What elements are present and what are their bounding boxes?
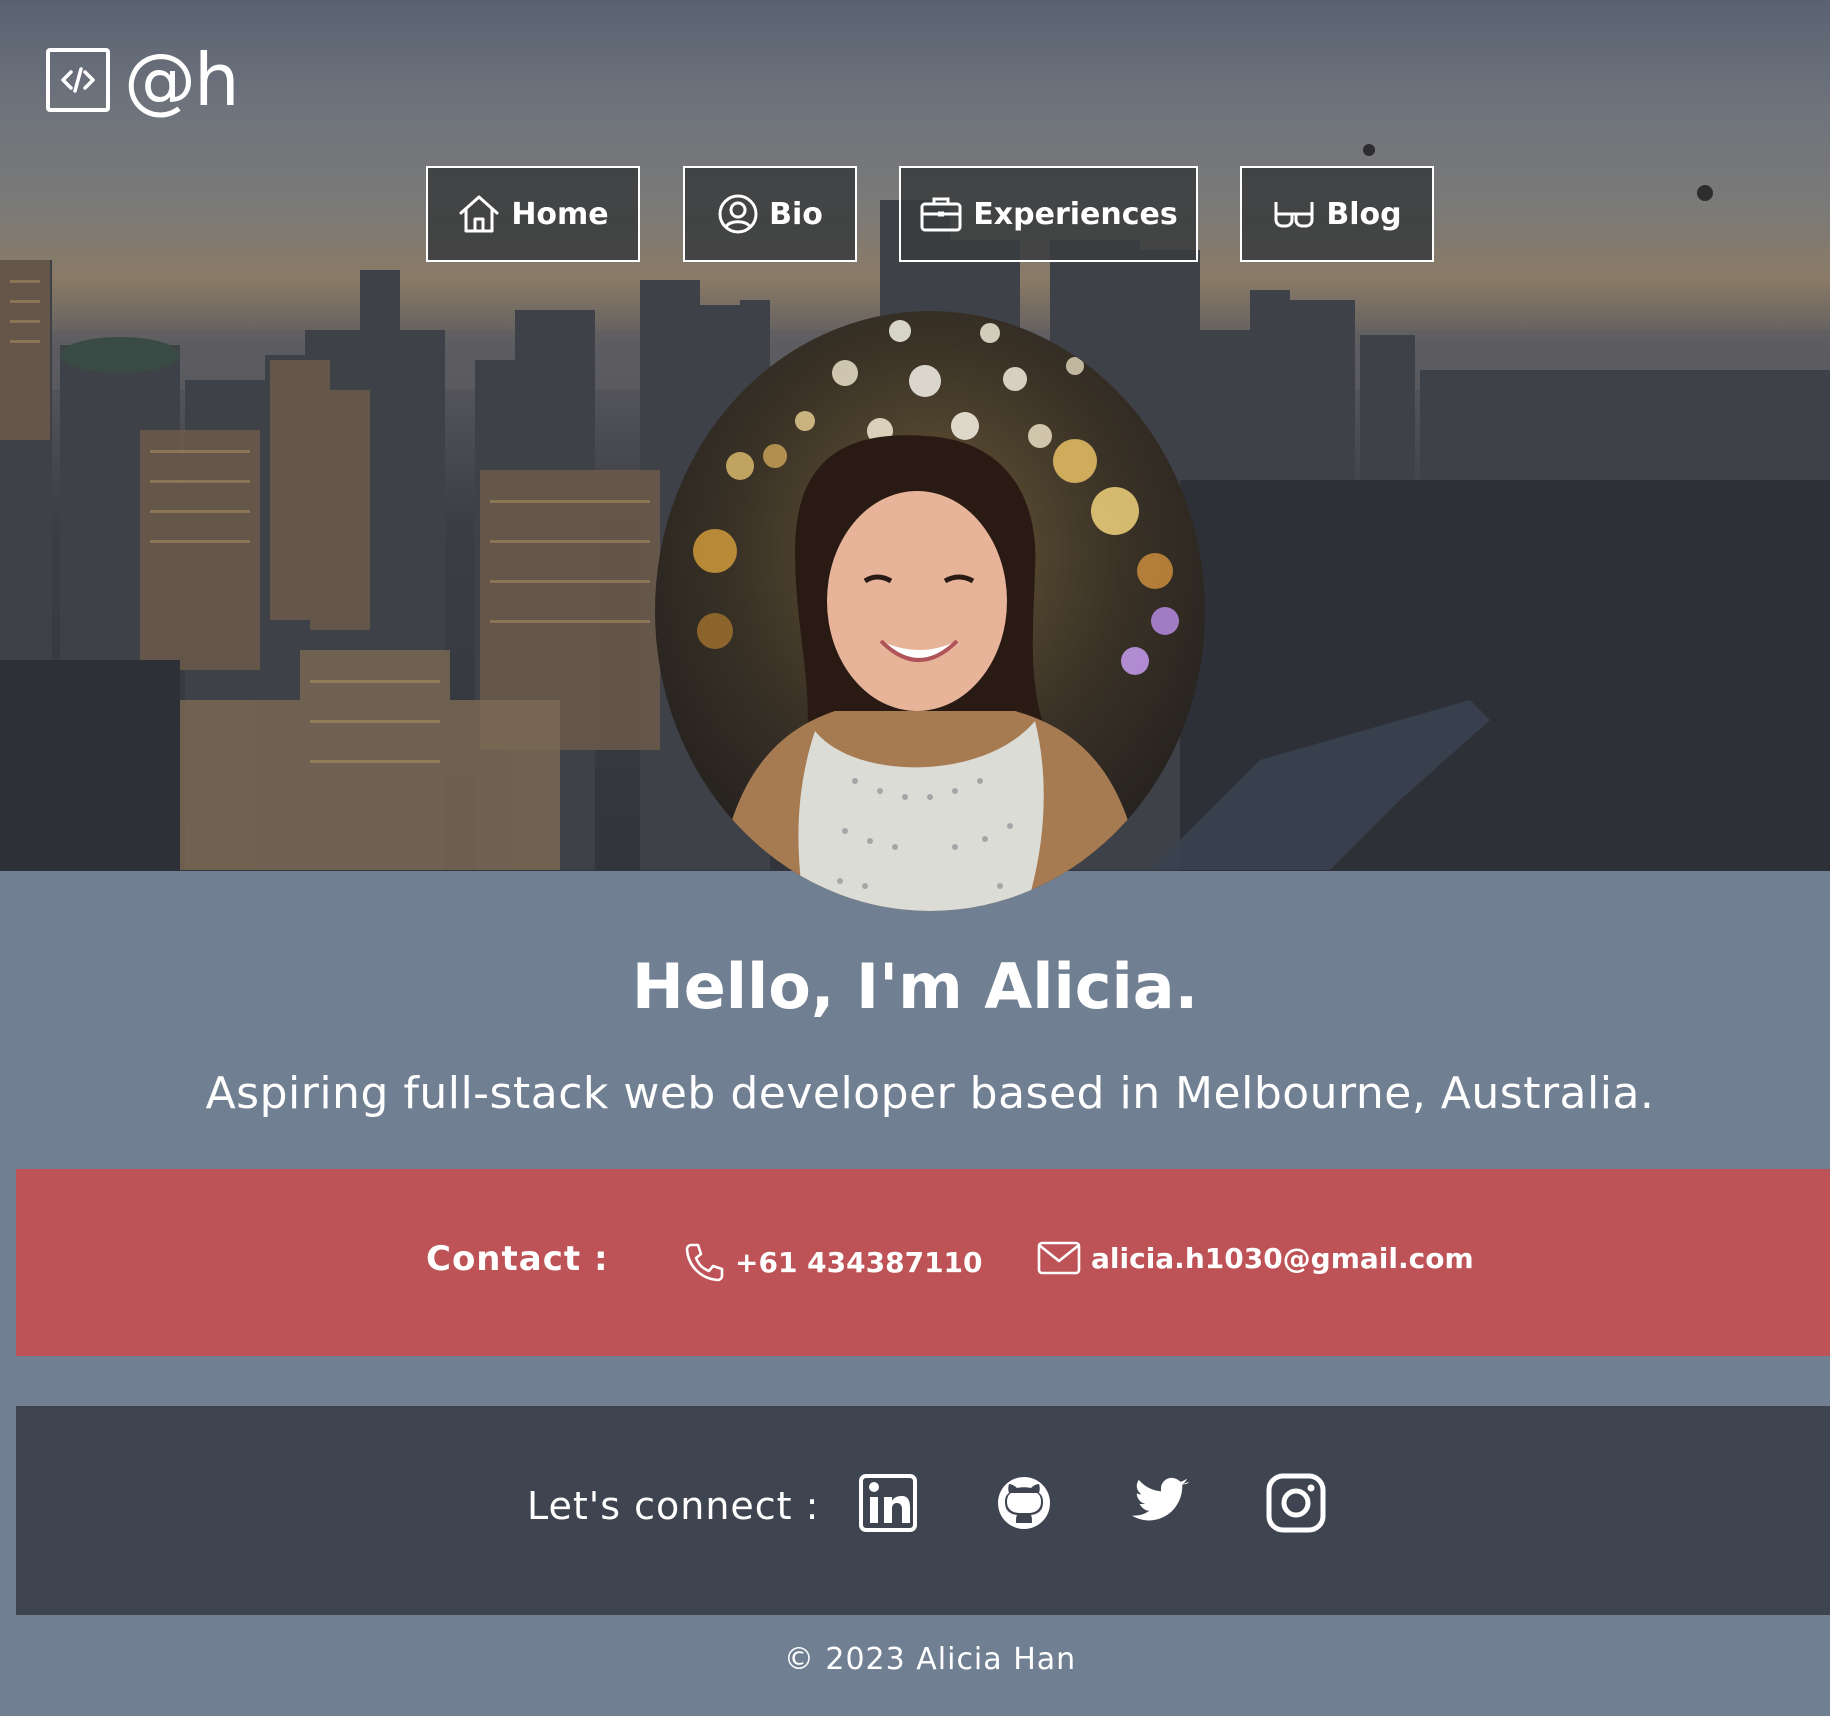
nav-home-button[interactable]: Home <box>426 166 640 262</box>
contact-section: Contact : +61 434387110 alicia.h1030@gma… <box>16 1169 1830 1356</box>
github-link[interactable] <box>993 1472 1055 1534</box>
envelope-icon <box>1037 1241 1081 1275</box>
nav-bio-button[interactable]: Bio <box>683 166 857 262</box>
tagline-text: Aspiring full-stack web developer based … <box>205 1068 1655 1119</box>
phone-number: +61 434387110 <box>735 1245 983 1279</box>
twitter-link[interactable] <box>1129 1472 1191 1534</box>
instagram-icon <box>1266 1473 1326 1533</box>
twitter-icon <box>1131 1477 1190 1521</box>
email-address: alicia.h1030@gmail.com <box>1091 1241 1474 1275</box>
user-circle-icon <box>718 194 758 234</box>
github-icon <box>998 1477 1050 1529</box>
email-link[interactable]: alicia.h1030@gmail.com <box>1037 1241 1474 1275</box>
nav-blog-button[interactable]: Blog <box>1240 166 1434 262</box>
site-logo[interactable]: @h <box>46 38 240 122</box>
glasses-icon <box>1274 202 1314 228</box>
profile-photo <box>655 311 1205 911</box>
nav-bio-label: Bio <box>769 196 823 232</box>
greeting-heading: Hello, I'm Alicia. <box>631 950 1199 1023</box>
phone-link[interactable]: +61 434387110 <box>683 1241 983 1283</box>
linkedin-link[interactable] <box>857 1472 919 1534</box>
nav-experiences-button[interactable]: Experiences <box>899 166 1198 262</box>
main-nav: Home Bio Experiences Blog <box>0 166 1830 262</box>
linkedin-icon <box>859 1474 917 1532</box>
briefcase-icon <box>920 197 962 232</box>
footer-copyright: © 2023 Alicia Han <box>783 1642 1077 1677</box>
instagram-link[interactable] <box>1265 1472 1327 1534</box>
code-square-icon <box>46 48 110 112</box>
social-label: Let's connect : <box>527 1484 820 1528</box>
nav-blog-label: Blog <box>1326 196 1402 232</box>
contact-label: Contact : <box>426 1239 609 1279</box>
nav-home-label: Home <box>511 196 609 232</box>
social-section: Let's connect : <box>16 1406 1830 1615</box>
phone-icon <box>685 1243 724 1282</box>
logo-text: @h <box>124 38 240 122</box>
nav-experiences-label: Experiences <box>973 196 1178 232</box>
home-icon <box>459 195 499 233</box>
